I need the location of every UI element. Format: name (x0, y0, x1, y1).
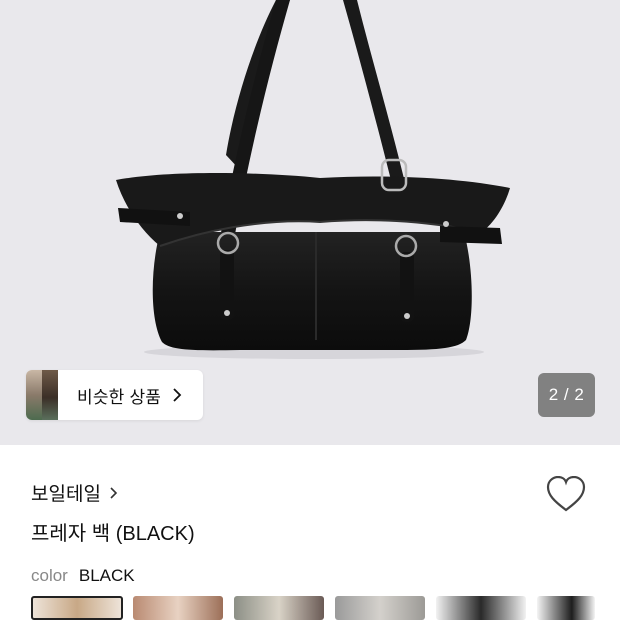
chevron-right-icon (110, 486, 118, 499)
thumbnail-item[interactable] (234, 596, 324, 620)
chevron-right-icon (173, 388, 182, 402)
similar-products-button[interactable]: 비슷한 상품 (26, 370, 203, 420)
brand-name: 보일테일 (31, 484, 101, 505)
image-page-counter: 2 / 2 (538, 373, 595, 417)
thumbnail-item[interactable] (31, 596, 123, 620)
product-title: 프레자 백 (BLACK) (31, 523, 195, 545)
thumbnail-item[interactable] (133, 596, 223, 620)
brand-link[interactable]: 보일테일 (31, 479, 119, 506)
color-option-row: color BLACK (31, 566, 135, 586)
thumbnail-item[interactable] (436, 596, 526, 620)
related-thumbnails (31, 596, 620, 620)
heart-icon[interactable] (546, 476, 586, 514)
thumbnail-item[interactable] (335, 596, 425, 620)
color-key-label: color (31, 566, 68, 585)
selected-color-value: BLACK (78, 566, 135, 585)
similar-products-label: 비슷한 상품 (77, 387, 162, 407)
product-image-carousel[interactable]: 비슷한 상품 2 / 2 (0, 0, 620, 445)
thumbnail-item[interactable] (537, 596, 595, 620)
similar-product-thumbnail (26, 370, 58, 420)
